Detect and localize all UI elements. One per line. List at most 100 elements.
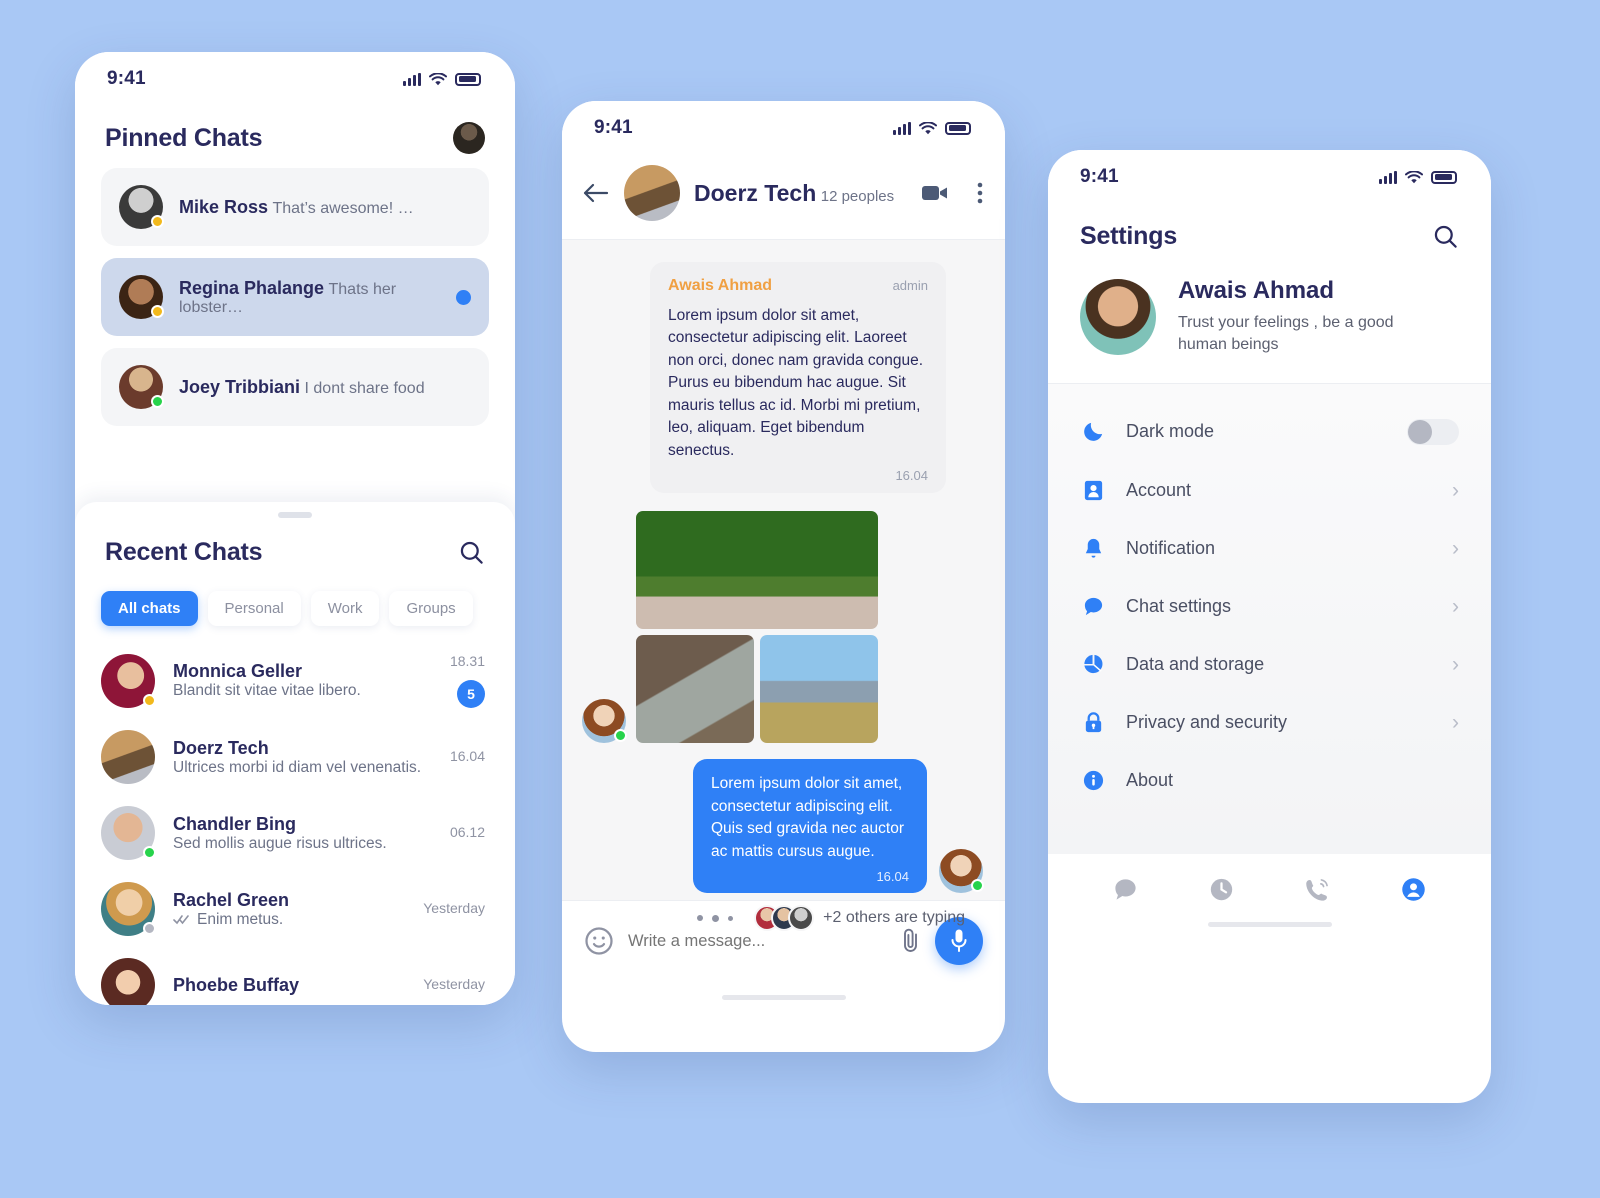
settings-item-about[interactable]: About	[1048, 752, 1491, 809]
paperclip-icon[interactable]	[901, 927, 921, 955]
tab-groups[interactable]: Groups	[389, 591, 473, 626]
page-title: Settings	[1080, 222, 1178, 250]
message-list: Awais Ahmad admin Lorem ipsum dolor sit …	[562, 240, 1005, 932]
bell-icon	[1080, 537, 1106, 560]
nav-profile-icon[interactable]	[1400, 876, 1427, 908]
settings-item-label: Notification	[1126, 538, 1216, 559]
outgoing-message-row: Lorem ipsum dolor sit amet, consectetur …	[582, 759, 985, 894]
cellular-signal-icon	[403, 72, 421, 86]
status-icons	[1379, 170, 1457, 184]
settings-item-chat-settings[interactable]: Chat settings ›	[1048, 578, 1491, 636]
photo-attachment[interactable]	[636, 511, 878, 630]
avatar	[1080, 278, 1156, 355]
back-arrow-icon[interactable]	[582, 182, 610, 204]
avatar	[119, 365, 164, 409]
settings-item-data-and-storage[interactable]: Data and storage ›	[1048, 636, 1491, 694]
chat-time: Yesterday	[423, 976, 485, 992]
search-icon[interactable]	[458, 539, 485, 566]
profile-section[interactable]: Awais Ahmad Trust your feelings , be a g…	[1048, 267, 1491, 384]
home-indicator	[721, 995, 846, 1000]
nav-phone-call-icon[interactable]	[1304, 876, 1331, 908]
pinned-chat-preview: I dont share food	[304, 379, 425, 397]
pinned-chat-item[interactable]: Regina Phalange Thats her lobster…	[101, 258, 489, 336]
presence-dot	[614, 729, 627, 743]
chat-name: Doerz Tech	[173, 737, 269, 758]
avatar	[101, 882, 156, 936]
video-camera-icon[interactable]	[921, 183, 949, 203]
chat-list-item[interactable]: Phoebe Buffay Yesterday	[75, 947, 515, 1005]
pinned-chats-list: Mike Ross That’s awesome! … Regina Phala…	[75, 168, 515, 426]
message-text: Lorem ipsum dolor sit amet, consectetur …	[711, 775, 904, 860]
nav-chat-bubble-icon[interactable]	[1112, 876, 1139, 908]
tab-work[interactable]: Work	[310, 591, 380, 626]
chat-name: Phoebe Buffay	[173, 974, 300, 995]
chevron-right-icon: ›	[1452, 710, 1459, 734]
wifi-icon	[429, 72, 447, 85]
dark-mode-toggle[interactable]	[1407, 418, 1459, 445]
settings-item-notification[interactable]: Notification ›	[1048, 520, 1491, 578]
home-indicator	[1207, 921, 1332, 927]
recent-chats-sheet: Recent Chats All chats Personal Work Gro…	[75, 502, 515, 1005]
chat-preview: Ultrices morbi id diam vel venenatis.	[173, 758, 422, 776]
settings-item-privacy-and-security[interactable]: Privacy and security ›	[1048, 694, 1491, 752]
settings-item-label: Data and storage	[1126, 654, 1265, 675]
presence-dot	[143, 846, 156, 859]
photo-attachment[interactable]	[760, 635, 878, 744]
settings-item-label: Privacy and security	[1126, 712, 1288, 733]
settings-phone-frame: 9:41 Settings Awais Ahmad Trust your fee…	[1048, 150, 1491, 1103]
settings-header: Settings	[1048, 204, 1491, 267]
pinned-chat-item[interactable]: Mike Ross That’s awesome! …	[101, 168, 489, 246]
message-input[interactable]	[628, 931, 887, 951]
typing-dots-icon	[697, 914, 734, 922]
status-time: 9:41	[1080, 166, 1119, 187]
group-members-count: 12 peoples	[820, 187, 895, 205]
status-bar: 9:41	[1048, 150, 1491, 204]
search-icon[interactable]	[1432, 223, 1459, 250]
message-text: Lorem ipsum dolor sit amet, consectetur …	[668, 307, 924, 459]
presence-dot	[151, 215, 164, 228]
info-icon	[1080, 769, 1106, 792]
settings-item-label: Account	[1126, 480, 1192, 501]
tab-all-chats[interactable]: All chats	[101, 591, 198, 626]
unread-badge: 5	[457, 680, 485, 708]
tab-personal[interactable]: Personal	[207, 591, 301, 626]
group-avatar[interactable]	[624, 165, 680, 221]
lock-icon	[1080, 711, 1106, 734]
chat-preview: Sed mollis augue risus ultrices.	[173, 834, 387, 852]
chat-list-item[interactable]: Chandler Bing Sed mollis augue risus ult…	[75, 795, 515, 871]
pinned-chats-title: Pinned Chats	[105, 123, 263, 152]
presence-dot	[151, 395, 164, 408]
chat-name: Rachel Green	[173, 889, 290, 910]
profile-bio: Trust your feelings , be a good human be…	[1178, 314, 1394, 354]
settings-item-dark-mode[interactable]: Dark mode	[1048, 402, 1491, 462]
pinned-chat-item[interactable]: Joey Tribbiani I dont share food	[101, 348, 489, 426]
chat-preview: Enim metus.	[197, 910, 284, 928]
incoming-message-bubble: Awais Ahmad admin Lorem ipsum dolor sit …	[650, 262, 946, 494]
unread-indicator	[456, 289, 471, 305]
chat-list-item[interactable]: Rachel Green Enim metus. Yesterday	[75, 871, 515, 947]
microphone-icon	[951, 929, 967, 952]
chat-time: Yesterday	[423, 900, 485, 916]
chat-bubble-icon	[1080, 595, 1106, 618]
chat-time: 18.31	[449, 653, 485, 669]
typing-text: +2 others are typing	[823, 909, 965, 927]
user-avatar[interactable]	[453, 122, 485, 154]
photo-attachment[interactable]	[636, 635, 754, 744]
chat-list-item[interactable]: Doerz Tech Ultrices morbi id diam vel ve…	[75, 719, 515, 795]
message-author: Awais Ahmad	[668, 277, 773, 294]
avatar	[119, 185, 164, 229]
message-time: 16.04	[876, 869, 909, 885]
cellular-signal-icon	[893, 121, 911, 135]
wifi-icon	[919, 121, 937, 134]
avatar	[119, 275, 164, 319]
settings-item-account[interactable]: Account ›	[1048, 462, 1491, 520]
nav-clock-icon[interactable]	[1208, 876, 1235, 908]
status-icons	[403, 72, 481, 86]
chat-list-item[interactable]: Monnica Geller Blandit sit vitae vitae l…	[75, 642, 515, 719]
message-author-role: admin	[892, 278, 928, 293]
pinned-chat-preview: That’s awesome! …	[272, 199, 414, 217]
bottom-navigation	[1048, 853, 1491, 908]
more-vertical-icon[interactable]	[977, 182, 983, 204]
conversation-phone-frame: 9:41 Doerz Tech 12 peoples Awais Ahmad a…	[562, 101, 1005, 1052]
cellular-signal-icon	[1379, 170, 1397, 184]
